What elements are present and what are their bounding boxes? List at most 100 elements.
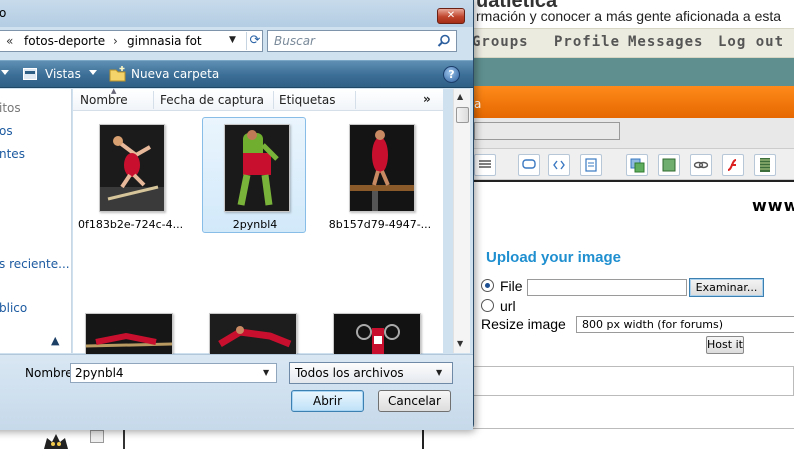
close-button[interactable]: ✕ [437,8,465,24]
views-button[interactable]: Vistas [45,67,81,81]
chevron-down-icon[interactable]: ▼ [263,368,269,377]
editor-textarea[interactable] [470,180,794,232]
navigation-pane: itos os ntes s reciente... blico ▲ [0,89,72,353]
help-icon[interactable]: ? [443,66,460,83]
dialog-titlebar[interactable]: o ✕ [0,0,473,27]
upload-title: Upload your image [486,249,622,266]
nav-item-recent-searches[interactable]: s reciente... [0,257,70,271]
url-radio[interactable] [481,299,494,312]
cancel-button[interactable]: Cancelar [378,390,451,412]
close-icon: ✕ [446,10,456,21]
file-path-input[interactable] [527,279,687,296]
nav-logout-link[interactable]: Log out [718,34,784,50]
column-header-row: Nombre ▲ Fecha de captura Etiquetas » [73,87,443,111]
nav-item-favorites[interactable]: itos [0,101,21,115]
dialog-footer: Nombre: 2pynbl4 ▼ Todos los archivos ▼ A… [0,354,473,430]
teal-band [470,58,794,86]
open-button[interactable]: Abrir [291,390,364,412]
site-tagline: rmación y conocer a más gente aficionada… [476,8,782,24]
thumbnail-image [224,124,290,212]
file-name: 2pynbl4 [232,218,278,231]
organize-caret-icon[interactable] [1,70,9,75]
views-caret-icon[interactable] [89,70,97,75]
new-folder-icon[interactable] [109,66,126,82]
search-input[interactable]: Buscar [267,30,457,52]
resize-label: Resize image [481,316,566,332]
file-tile-0f183b2e[interactable]: 0f183b2e-724c-4... [77,117,183,233]
thumbnail-image-6[interactable] [333,313,421,357]
nav-groups-link[interactable]: Groups [472,34,529,50]
file-label: File [500,278,523,294]
breadcrumb-gimnasia[interactable]: gimnasia fot [127,34,202,48]
thumbnail-image-5[interactable] [209,313,297,357]
scroll-down-icon[interactable]: ▼ [457,339,463,348]
film-icon[interactable] [754,154,776,176]
image-icon[interactable] [658,154,680,176]
chevron-down-icon[interactable]: ▼ [436,368,442,377]
nav-item-public[interactable]: blico [0,301,27,315]
breadcrumb-fotos-deporte[interactable]: fotos-deporte [24,34,105,48]
document-icon[interactable] [580,154,602,176]
views-icon[interactable] [23,68,37,80]
file-tile-2pynbl4[interactable]: 2pynbl4 [202,117,306,233]
file-name: 8b157d79-4947-... [328,218,432,231]
flash-icon[interactable] [722,154,744,176]
vertical-scrollbar[interactable]: ▲ ▼ [453,89,470,353]
breadcrumb-separator[interactable]: › [113,34,118,48]
sort-ascending-icon: ▲ [111,87,117,95]
small-checkbox[interactable] [90,430,104,443]
align-icon[interactable] [474,154,496,176]
thumbnail-image-4[interactable] [85,313,173,357]
more-columns-icon[interactable]: » [423,92,431,106]
command-bar: Vistas Nueva carpeta ? [0,60,473,88]
browse-button[interactable]: Examinar... [689,278,764,297]
divider [123,430,125,449]
result-box-2 [422,428,794,449]
search-icon[interactable] [436,33,452,49]
column-divider[interactable] [273,91,274,109]
column-divider[interactable] [355,91,356,109]
url-label: url [500,298,516,314]
column-divider[interactable] [153,91,154,109]
thumbnail-image [349,124,415,212]
orange-bar-text: a [474,97,482,111]
speech-bubble-icon[interactable] [518,154,540,176]
filetype-value: Todos los archivos [295,366,404,380]
file-tile-8b157d79[interactable]: 8b157d79-4947-... [327,117,431,233]
chevron-up-icon[interactable]: ▲ [51,334,59,347]
new-folder-button[interactable]: Nueva carpeta [131,67,219,81]
resize-select[interactable]: 800 px width (for forums) [576,316,794,333]
nav-item-recent[interactable]: ntes [0,147,25,161]
column-name[interactable]: Nombre [80,93,128,107]
subject-input[interactable] [474,122,620,140]
scroll-up-icon[interactable]: ▲ [457,92,463,101]
filename-value: 2pynbl4 [75,366,124,380]
watermark-text: www [752,196,794,215]
nav-item-documents[interactable]: os [0,124,13,138]
filename-input[interactable]: 2pynbl4 ▼ [70,363,277,383]
thumbnail-image [99,124,165,212]
editor-toolbar [470,148,794,180]
link-icon[interactable] [690,154,712,176]
code-icon[interactable] [548,154,570,176]
chevron-down-icon[interactable]: ▼ [229,35,236,45]
search-placeholder: Buscar [274,34,315,48]
nav-profile-link[interactable]: Profile [554,34,620,50]
file-radio[interactable] [481,279,494,292]
orange-bar [470,86,794,118]
image-gallery-icon[interactable] [626,154,648,176]
column-tags[interactable]: Etiquetas [279,93,336,107]
dialog-title: o [0,6,7,20]
refresh-icon[interactable]: ⟳ [246,32,263,50]
scroll-thumb[interactable] [456,107,469,123]
site-nav: Groups Profile Messages Log out [470,28,794,58]
file-open-dialog: o ✕ « fotos-deporte › gimnasia fot ▼ ⟳ B… [0,0,474,430]
host-it-button[interactable]: Host it [706,336,744,354]
filetype-select[interactable]: Todos los archivos ▼ [289,362,453,384]
address-overflow-icon[interactable]: « [6,34,13,48]
filename-label: Nombre: [25,366,77,380]
address-bar[interactable]: « fotos-deporte › gimnasia fot ▼ ⟳ [0,30,263,52]
mascot-icon [44,434,68,449]
column-date-taken[interactable]: Fecha de captura [160,93,264,107]
nav-messages-link[interactable]: Messages [628,34,703,50]
